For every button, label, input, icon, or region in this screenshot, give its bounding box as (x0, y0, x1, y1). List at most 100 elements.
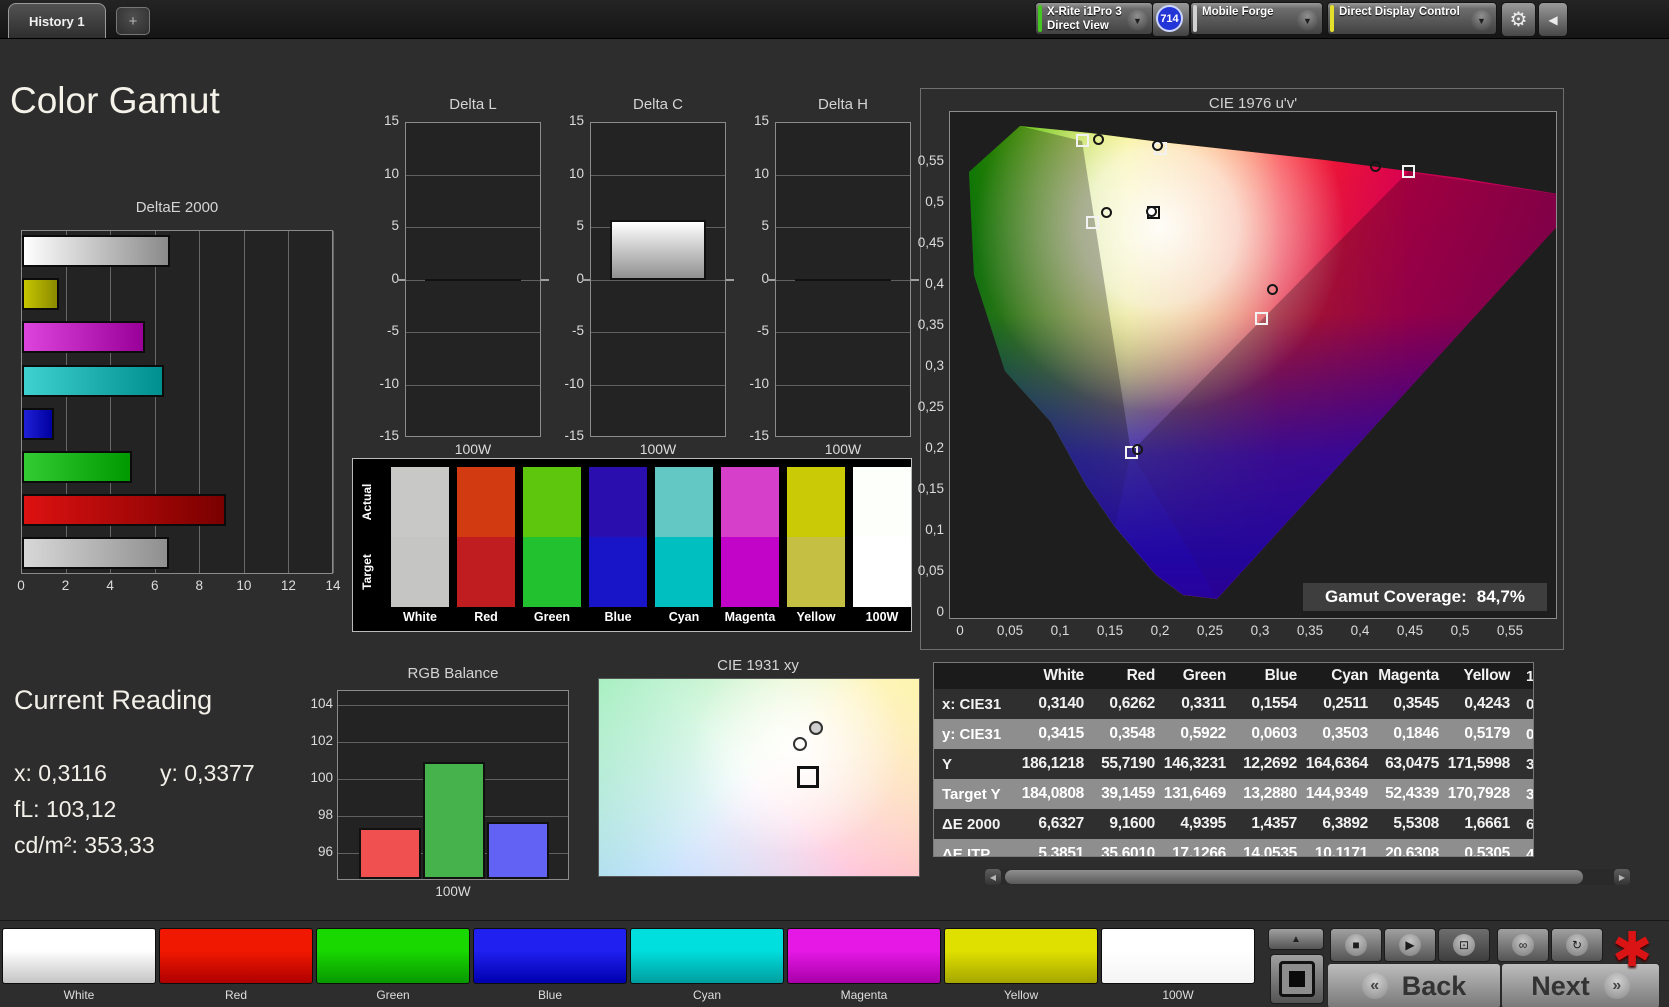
table-cell: 0,3140 (1038, 695, 1084, 712)
scroll-right-icon[interactable]: ▶ (1614, 869, 1630, 885)
patch-button-red[interactable] (159, 928, 313, 984)
add-tab-button[interactable]: + (116, 7, 150, 35)
rgb-gridline (338, 705, 568, 706)
pattern-icon: ⊡ (1453, 934, 1475, 956)
delta-l-chart (405, 122, 541, 437)
table-cell: 35,6010 (1101, 845, 1155, 857)
cie1976-y-tick: 0,5 (925, 194, 944, 209)
table-row: y: CIE31 0,3415 0,3548 0,5922 0,0603 0,3503 0,… (934, 719, 1533, 749)
delta-y-tick: -15 (564, 428, 584, 443)
cie1931-reference-point (808, 721, 823, 736)
pattern-up-button[interactable]: ▲ (1268, 928, 1324, 950)
table-cell: 0,3415 (1038, 725, 1084, 742)
delta-gridline (776, 384, 910, 386)
cie1976-x-tick: 0,25 (1196, 623, 1224, 638)
table-row: ΔE 2000 6,6327 9,1600 4,9395 1,4357 6,3892 5,5… (934, 809, 1533, 839)
patch-button-100w[interactable] (1101, 928, 1255, 984)
patch-button-magenta[interactable] (787, 928, 941, 984)
deltae-x-tick: 2 (61, 578, 70, 593)
delta-y-tick: 0 (576, 270, 584, 286)
meter-dropdown[interactable]: X-Rite i1Pro 3 Direct View ▼ (1035, 2, 1153, 35)
settings-button[interactable]: ⚙ (1501, 2, 1536, 37)
collapse-panel-button[interactable]: ◀ (1538, 2, 1568, 37)
play-button[interactable]: ▶ (1384, 928, 1436, 962)
table-cell: 10,1171 (1314, 845, 1368, 857)
deltae-bar-100w (22, 537, 170, 570)
rgb-bar-red (359, 828, 421, 879)
pattern-window-button[interactable] (1270, 954, 1324, 1004)
pattern-source-dropdown[interactable]: Mobile Forge ▼ (1190, 2, 1323, 35)
chevron-down-icon[interactable]: ▼ (1127, 10, 1148, 31)
patch-button-yellow[interactable] (944, 928, 1098, 984)
rgb-y-tick: 104 (310, 696, 333, 711)
swatch-target-green (523, 537, 581, 607)
stop-button[interactable]: ■ (1330, 928, 1382, 962)
delta-c-chart (590, 122, 726, 437)
meter-accent (1038, 5, 1042, 32)
delta-y-tick: 10 (753, 165, 769, 181)
patch-button-cyan[interactable] (630, 928, 784, 984)
cie1976-x-tick: 0,1 (1050, 623, 1070, 638)
delta-gridline (591, 174, 725, 176)
delta-gridline (406, 332, 540, 333)
chevron-down-icon[interactable]: ▼ (1297, 10, 1318, 31)
swatch-target-red (457, 537, 515, 607)
swatch-label: Yellow (796, 610, 836, 624)
reading-y: y: 0,3377 (160, 760, 255, 786)
patch-button-white[interactable] (2, 928, 156, 984)
top-bar: History 1 + X-Rite i1Pro 3 Direct View ▼… (0, 0, 1669, 39)
table-row-label: Target Y (942, 785, 1001, 803)
deltae-x-tick: 0 (17, 578, 25, 593)
swatch-actual-magenta (721, 467, 779, 537)
back-button[interactable]: « Back (1327, 963, 1501, 1007)
patch-label: Red (224, 988, 247, 1002)
scroll-left-icon[interactable]: ◀ (985, 869, 1001, 885)
cie1976-target-magenta (1254, 312, 1268, 326)
display-accent (1330, 5, 1334, 32)
deltae-gridline (288, 231, 290, 573)
cie1976-target-red (1401, 165, 1415, 179)
delta-bar (610, 219, 706, 281)
table-cell: 6,7 (1515, 816, 1533, 833)
deltae-x-tick: 14 (325, 578, 341, 593)
tab-history-1[interactable]: History 1 (8, 3, 106, 38)
refresh-icon: ↻ (1566, 934, 1588, 956)
patch-label: Green (376, 988, 410, 1002)
source-title: Mobile Forge (1202, 6, 1274, 18)
delta-y-tick: 15 (753, 113, 769, 128)
table-cell: 5,5308 (1393, 815, 1439, 832)
cie1976-actual-yellow (1151, 140, 1163, 152)
deltae-bar-yellow (22, 278, 60, 311)
table-cell: 0,1846 (1393, 725, 1439, 742)
deltae-bar-blue (22, 407, 55, 440)
refresh-button[interactable]: ↻ (1551, 928, 1603, 962)
display-control-dropdown[interactable]: Direct Display Control ▼ (1327, 2, 1497, 35)
pattern-button[interactable]: ⊡ (1438, 928, 1490, 962)
table-cell: 0,3 (1515, 726, 1533, 743)
cie1976-gamut-horseshoe (969, 126, 1556, 599)
table-header-cell: Cyan (1331, 667, 1368, 684)
table-cell: 146,3231 (1163, 755, 1227, 772)
delta-gridline (406, 227, 540, 228)
bottom-separator (0, 920, 1669, 921)
delta-gridline (406, 174, 540, 176)
delta-y-tick: 15 (383, 113, 399, 128)
table-row: x: CIE31 0,3140 0,6262 0,3311 0,1554 0,2511 0,… (934, 689, 1533, 719)
gamut-coverage-value: 84,7% (1476, 587, 1525, 606)
loop-button[interactable]: ∞ (1497, 928, 1549, 962)
table-cell: 0,5179 (1464, 725, 1510, 742)
cie1976-chromaticity-chart (949, 111, 1557, 619)
chevron-down-icon[interactable]: ▼ (1471, 10, 1492, 31)
table-horizontal-scrollbar[interactable]: ◀ ▶ (985, 869, 1630, 885)
cie1976-title: CIE 1976 u'v' (1208, 95, 1298, 112)
gamut-coverage-label: Gamut Coverage: (1325, 587, 1467, 606)
patch-button-blue[interactable] (473, 928, 627, 984)
up-arrow-icon: ▲ (1291, 933, 1301, 945)
table-cell: 55,7190 (1101, 755, 1155, 772)
meter-badge-button[interactable]: 714 (1152, 2, 1190, 37)
swatch-actual-red (457, 467, 515, 537)
table-header-cell: White (1043, 667, 1084, 684)
patch-button-green[interactable] (316, 928, 470, 984)
scrollbar-thumb[interactable] (1005, 870, 1583, 884)
meter-count-badge: 714 (1156, 5, 1183, 32)
